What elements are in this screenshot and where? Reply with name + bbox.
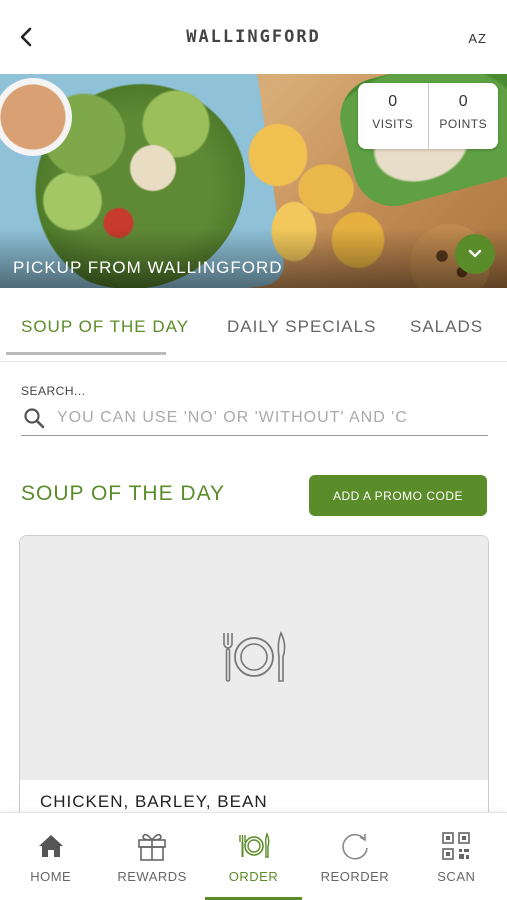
hero-banner: 0 VISITS 0 POINTS PICKUP FROM WALLINGFOR… <box>0 74 507 288</box>
header-right-label[interactable]: AZ <box>468 31 487 46</box>
app-header: WALLINGFORD AZ <box>0 0 507 74</box>
points-value: 0 <box>458 93 468 110</box>
expand-location-button[interactable] <box>455 234 495 274</box>
nav-rewards[interactable]: REWARDS <box>101 813 202 900</box>
add-promo-code-button[interactable]: ADD A PROMO CODE <box>309 475 487 516</box>
menu-item-name: CHICKEN, BARLEY, BEAN <box>40 792 268 811</box>
tab-daily-specials[interactable]: DAILY SPECIALS <box>227 317 376 337</box>
points-label: POINTS <box>439 117 488 131</box>
points-stat: 0 POINTS <box>427 83 499 149</box>
nav-scan[interactable]: SCAN <box>406 813 507 900</box>
nav-home-label: HOME <box>30 869 72 884</box>
tab-soup-of-the-day[interactable]: SOUP OF THE DAY <box>21 317 189 337</box>
nav-order-label: ORDER <box>228 869 279 884</box>
visits-value: 0 <box>388 93 398 110</box>
nav-home[interactable]: HOME <box>0 813 101 900</box>
chevron-down-icon <box>468 249 482 258</box>
tab-salads[interactable]: SALADS <box>410 317 483 337</box>
search-icon <box>24 408 45 429</box>
loyalty-stats[interactable]: 0 VISITS 0 POINTS <box>358 83 498 149</box>
active-tab-indicator <box>6 352 166 355</box>
nav-order[interactable]: ORDER <box>203 813 304 900</box>
plate-utensils-icon <box>223 631 286 682</box>
gift-icon <box>138 833 166 861</box>
search-label: SEARCH... <box>21 384 86 398</box>
nav-reorder-label: REORDER <box>320 869 390 884</box>
section-title: SOUP OF THE DAY <box>21 482 226 505</box>
home-icon <box>38 835 63 857</box>
nav-reorder[interactable]: REORDER <box>304 813 405 900</box>
visits-label: VISITS <box>372 117 414 131</box>
search-input[interactable] <box>57 406 437 430</box>
search-bar <box>21 402 488 436</box>
category-tabs: SOUP OF THE DAY DAILY SPECIALS SALADS <box>0 288 507 362</box>
pickup-location-label: PICKUP FROM WALLINGFORD <box>13 258 283 277</box>
page-title: WALLINGFORD <box>186 27 321 47</box>
menu-item-card[interactable]: CHICKEN, BARLEY, BEAN <box>19 535 489 835</box>
qr-code-icon <box>442 832 471 860</box>
bottom-navigation: HOME REWARDS ORDER REORDER SCAN <box>0 812 507 900</box>
visits-stat: 0 VISITS <box>358 83 428 149</box>
refresh-icon <box>342 833 368 860</box>
menu-item-image-placeholder <box>20 536 488 780</box>
nav-scan-label: SCAN <box>437 869 476 884</box>
nav-rewards-label: REWARDS <box>117 869 187 884</box>
plate-utensils-icon <box>238 832 270 858</box>
